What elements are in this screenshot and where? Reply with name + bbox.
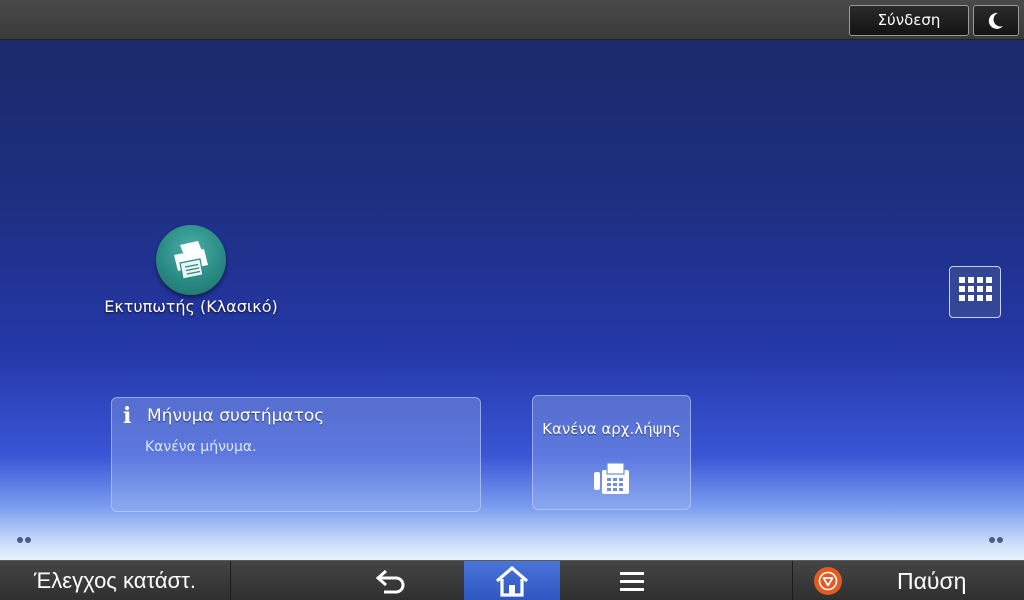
page-indicator-right[interactable]	[989, 528, 1007, 543]
app-printer-classic[interactable]: Εκτυπωτής (Κλασικό)	[100, 223, 282, 323]
fax-widget-title: Κανένα αρχ.λήψης	[542, 420, 681, 438]
system-message-body: Κανένα μήνυμα.	[145, 439, 257, 455]
login-button[interactable]: Σύνδεση	[849, 5, 969, 36]
moon-icon	[988, 12, 1003, 29]
printer-icon	[156, 225, 226, 295]
energy-saver-button[interactable]	[973, 5, 1019, 36]
grid-icon	[959, 277, 993, 309]
stop-icon	[814, 567, 842, 595]
home-button[interactable]	[464, 561, 560, 600]
system-message-title: Μήνυμα συστήματος	[147, 406, 325, 426]
back-button[interactable]	[344, 561, 440, 600]
back-arrow-icon	[375, 569, 405, 594]
app-label: Εκτυπωτής (Κλασικό)	[104, 297, 278, 316]
system-message-widget[interactable]: i Μήνυμα συστήματος Κανένα μήνυμα.	[111, 397, 481, 512]
fax-icon	[594, 462, 629, 494]
menu-icon	[620, 572, 644, 591]
top-bar: Σύνδεση	[0, 0, 1024, 40]
home-icon	[495, 565, 529, 597]
app-list-button[interactable]	[949, 266, 1001, 318]
home-screen: Εκτυπωτής (Κλασικό) i Μήνυμα συστήματος …	[0, 40, 1024, 560]
info-icon: i	[123, 403, 132, 429]
bottom-bar: Έλεγχος κατάστ. Παύση	[0, 560, 1024, 600]
stop-pause-button[interactable]: Παύση	[793, 561, 1024, 600]
check-status-button[interactable]: Έλεγχος κατάστ.	[0, 561, 231, 600]
pause-label: Παύση	[897, 568, 967, 594]
page-indicator-left[interactable]	[17, 528, 35, 543]
fax-received-widget[interactable]: Κανένα αρχ.λήψης	[532, 395, 691, 510]
menu-button[interactable]	[584, 561, 680, 600]
